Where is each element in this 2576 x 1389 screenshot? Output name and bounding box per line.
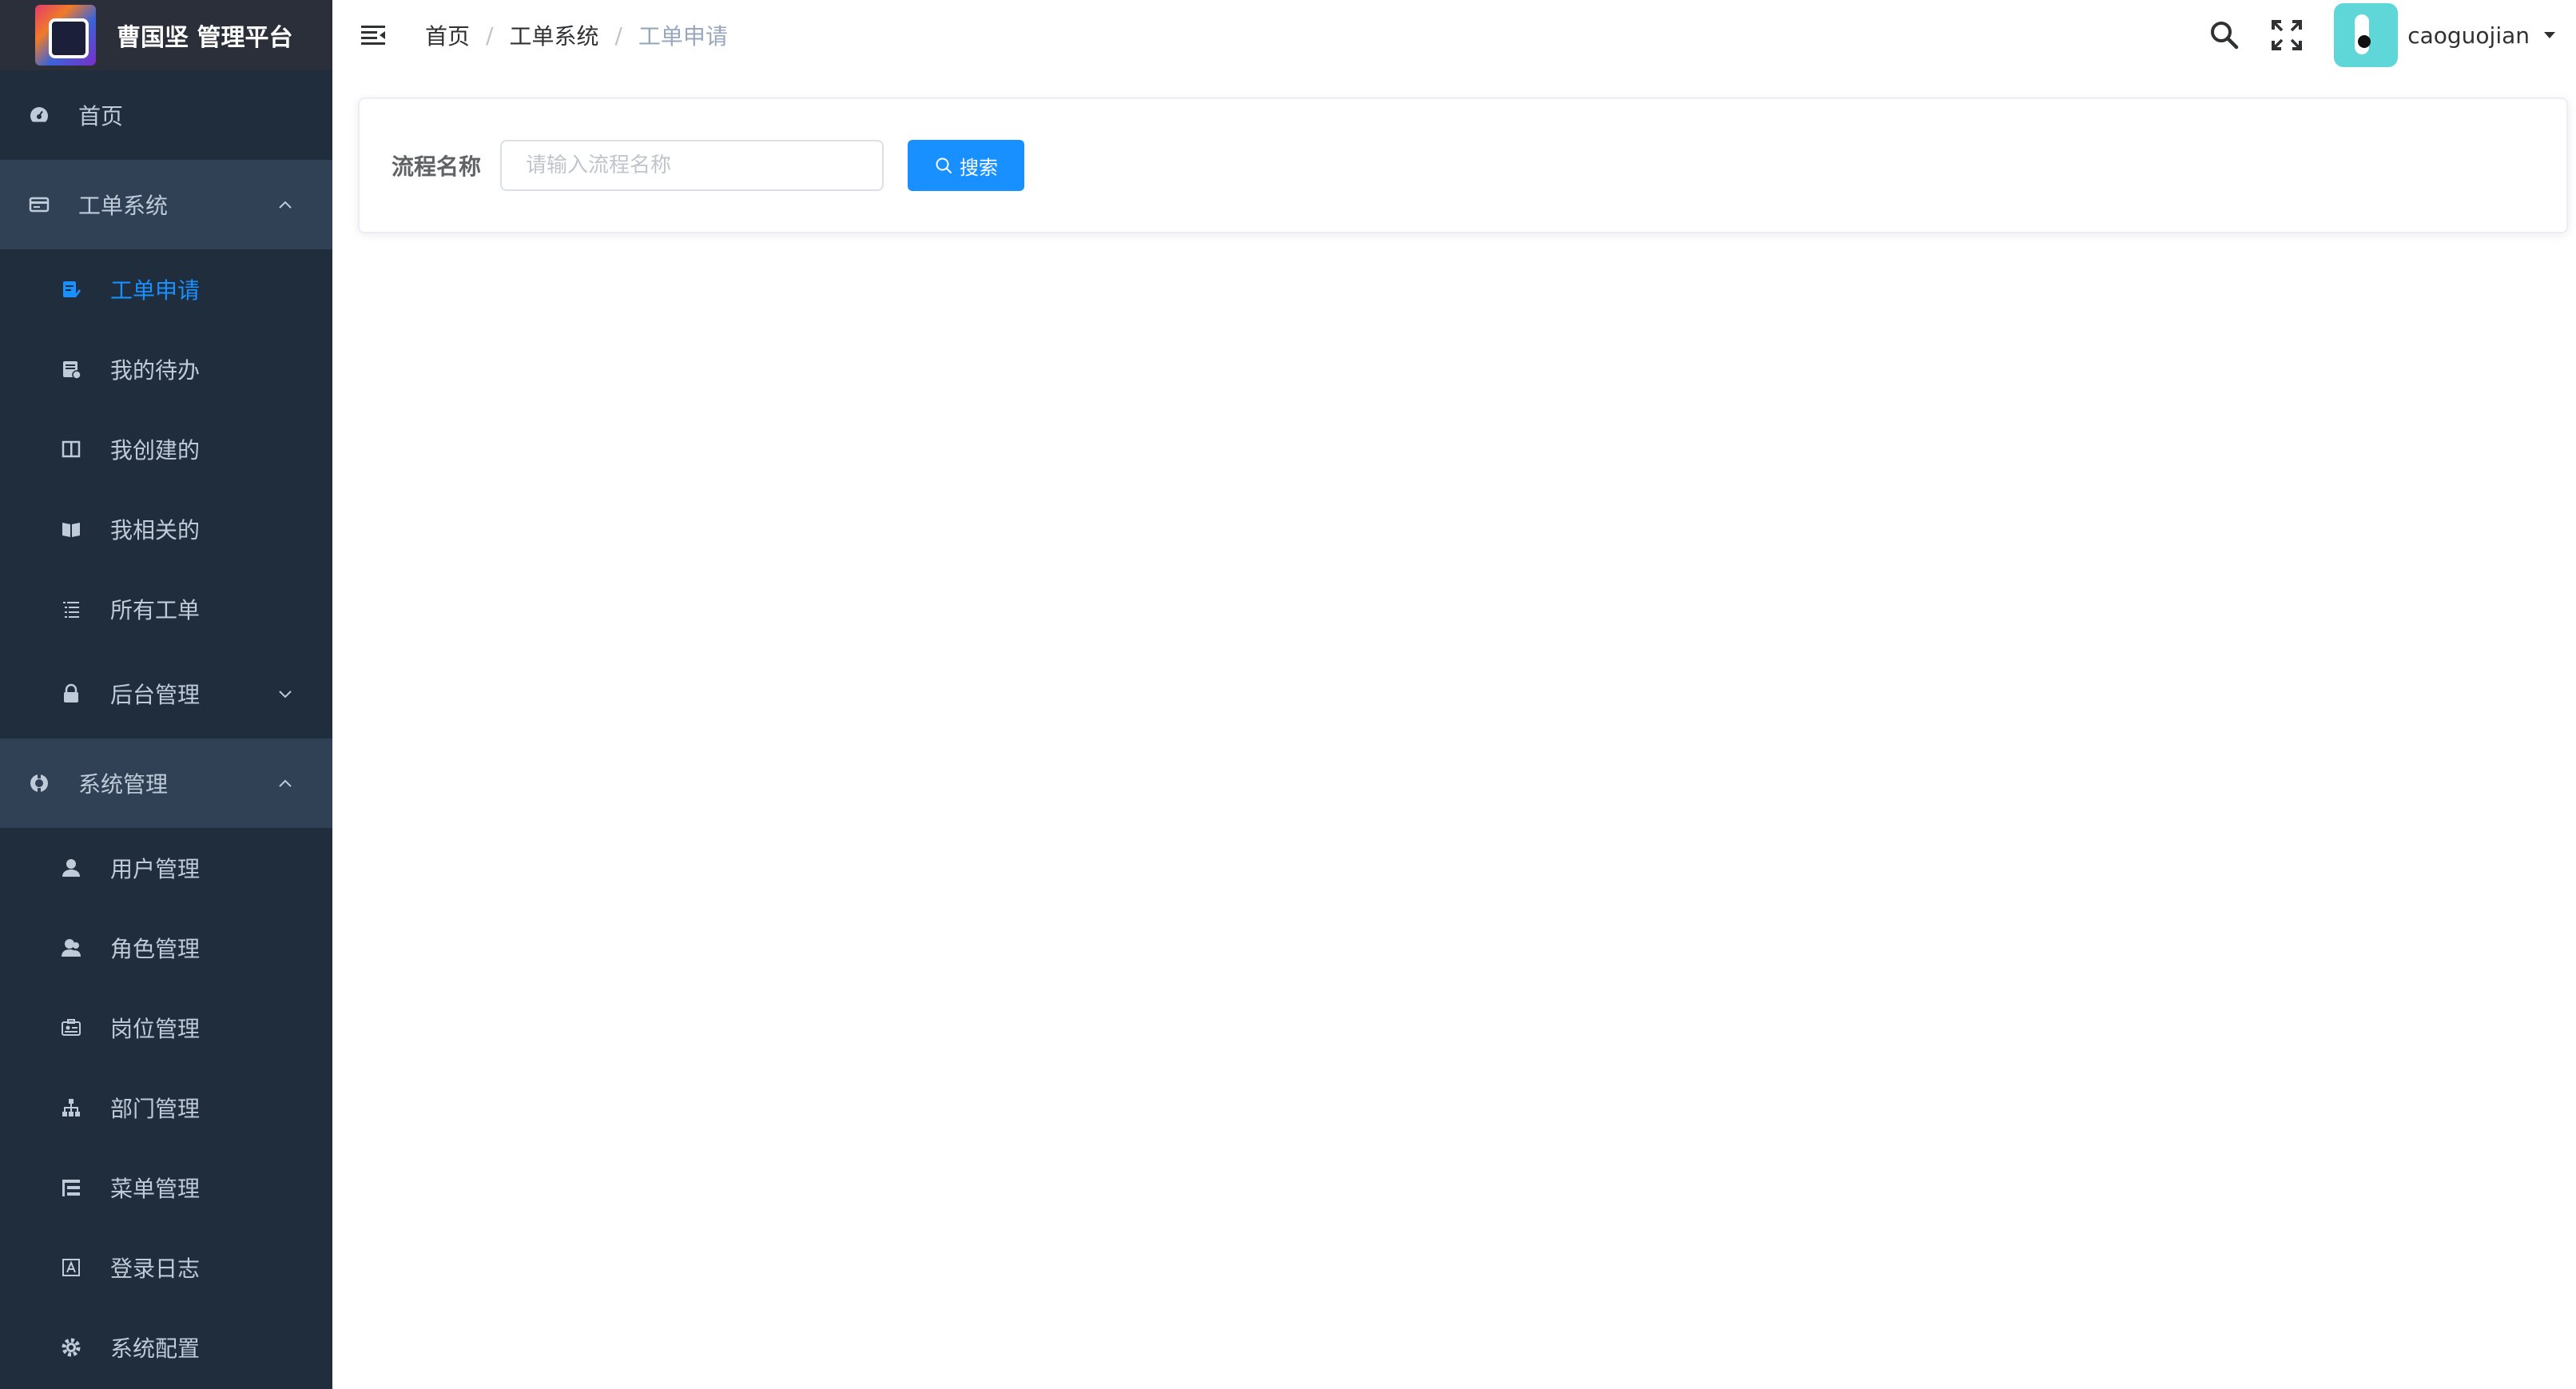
sidebar-item-label: 岗位管理 (110, 1016, 201, 1042)
sidebar-item-my-todo[interactable]: 我的待办 (0, 329, 332, 409)
sidebar-item-role-management[interactable]: 角色管理 (0, 908, 332, 988)
sidebar-item-label: 首页 (78, 103, 124, 129)
dashboard-icon (27, 103, 51, 127)
navbar-right-menu: caoguojian (2208, 0, 2576, 70)
ticket-system-submenu: 工单申请 我的待办 我创建的 我相关的 所有工单 后台管理 (0, 249, 332, 738)
sidebar-item-post-management[interactable]: 岗位管理 (0, 988, 332, 1068)
sidebar-item-system-management[interactable]: 系统管理 (0, 738, 332, 828)
sidebar-item-label: 我的待办 (110, 357, 201, 384)
fullscreen-icon[interactable] (2270, 18, 2304, 52)
sidebar-item-home[interactable]: 首页 (0, 70, 332, 160)
sidebar-item-user-management[interactable]: 用户管理 (0, 828, 332, 908)
navbar: 首页 / 工单系统 / 工单申请 caoguojian (332, 0, 2576, 70)
todo-icon (59, 357, 83, 381)
process-name-label: 流程名称 (392, 153, 482, 180)
app-logo (35, 5, 96, 66)
breadcrumb-separator: / (486, 22, 494, 49)
sidebar-item-label: 工单系统 (78, 193, 169, 219)
user-icon (59, 856, 83, 880)
columns-icon (59, 437, 83, 461)
search-button-label: 搜索 (960, 156, 999, 179)
sidebar-item-label: 部门管理 (110, 1096, 201, 1122)
sidebar-item-login-log[interactable]: 登录日志 (0, 1228, 332, 1307)
ticket-icon (27, 193, 51, 217)
breadcrumb-item-ticket-system[interactable]: 工单系统 (509, 19, 598, 51)
sidebar-item-label: 后台管理 (110, 682, 201, 708)
lock-icon (59, 682, 83, 706)
app-main: 流程名称 搜索 (332, 70, 2576, 1389)
form-edit-icon (59, 277, 83, 301)
username[interactable]: caoguojian (2407, 22, 2530, 49)
search-form-card: 流程名称 搜索 (358, 98, 2568, 233)
sidebar-item-backend-admin[interactable]: 后台管理 (0, 649, 332, 738)
chevron-up-icon (279, 201, 292, 209)
sidebar-item-ticket-system[interactable]: 工单系统 (0, 160, 332, 249)
tree-icon (59, 1096, 83, 1120)
sidebar-item-label: 我创建的 (110, 437, 201, 464)
sidebar-item-label: 系统配置 (110, 1335, 201, 1362)
sidebar-item-system-config[interactable]: 系统配置 (0, 1307, 332, 1387)
tree-table-icon (59, 1176, 83, 1200)
book-icon (59, 517, 83, 541)
search-icon (936, 157, 952, 173)
sidebar-item-dept-management[interactable]: 部门管理 (0, 1068, 332, 1148)
sidebar-item-menu-management[interactable]: 菜单管理 (0, 1148, 332, 1228)
search-icon[interactable] (2208, 18, 2241, 52)
avatar[interactable] (2334, 3, 2399, 67)
search-button[interactable]: 搜索 (908, 140, 1025, 191)
sidebar-item-my-created[interactable]: 我创建的 (0, 409, 332, 489)
peoples-icon (59, 936, 83, 960)
sidebar-item-label: 用户管理 (110, 856, 201, 882)
sidebar-item-label: 工单申请 (110, 277, 201, 304)
chevron-up-icon (279, 779, 292, 787)
sidebar-item-label: 系统管理 (78, 771, 169, 798)
sidebar-item-label: 所有工单 (110, 597, 201, 623)
hamburger-icon[interactable] (360, 21, 388, 50)
sidebar-item-label: 登录日志 (110, 1256, 201, 1282)
system-management-submenu: 用户管理 角色管理 岗位管理 部门管理 菜单管理 登录日志 系统配置 (0, 828, 332, 1387)
sidebar: 曹国坚 管理平台 首页 工单系统 工单申请 我的待办 我创建的 我相关的 所有工… (0, 0, 332, 1389)
sidebar-item-label: 角色管理 (110, 936, 201, 962)
sidebar-item-label: 我相关的 (110, 517, 201, 543)
system-icon (27, 771, 51, 795)
app-title: 曹国坚 管理平台 (117, 24, 293, 52)
sidebar-item-all-tickets[interactable]: 所有工单 (0, 569, 332, 649)
breadcrumb: 首页 / 工单系统 / 工单申请 (425, 19, 728, 51)
sidebar-item-label: 菜单管理 (110, 1176, 201, 1202)
logo-bar[interactable]: 曹国坚 管理平台 (0, 0, 332, 70)
sidebar-item-ticket-apply[interactable]: 工单申请 (0, 249, 332, 329)
caret-down-icon[interactable] (2541, 26, 2558, 44)
post-icon (59, 1016, 83, 1040)
gear-icon (59, 1335, 83, 1359)
process-name-input[interactable] (500, 140, 885, 191)
breadcrumb-item-current: 工单申请 (638, 23, 728, 50)
chevron-down-icon (279, 691, 292, 698)
list-icon (59, 597, 83, 621)
breadcrumb-separator: / (614, 22, 622, 49)
log-icon (59, 1256, 83, 1280)
sidebar-item-my-related[interactable]: 我相关的 (0, 489, 332, 569)
breadcrumb-item-home[interactable]: 首页 (425, 19, 470, 51)
